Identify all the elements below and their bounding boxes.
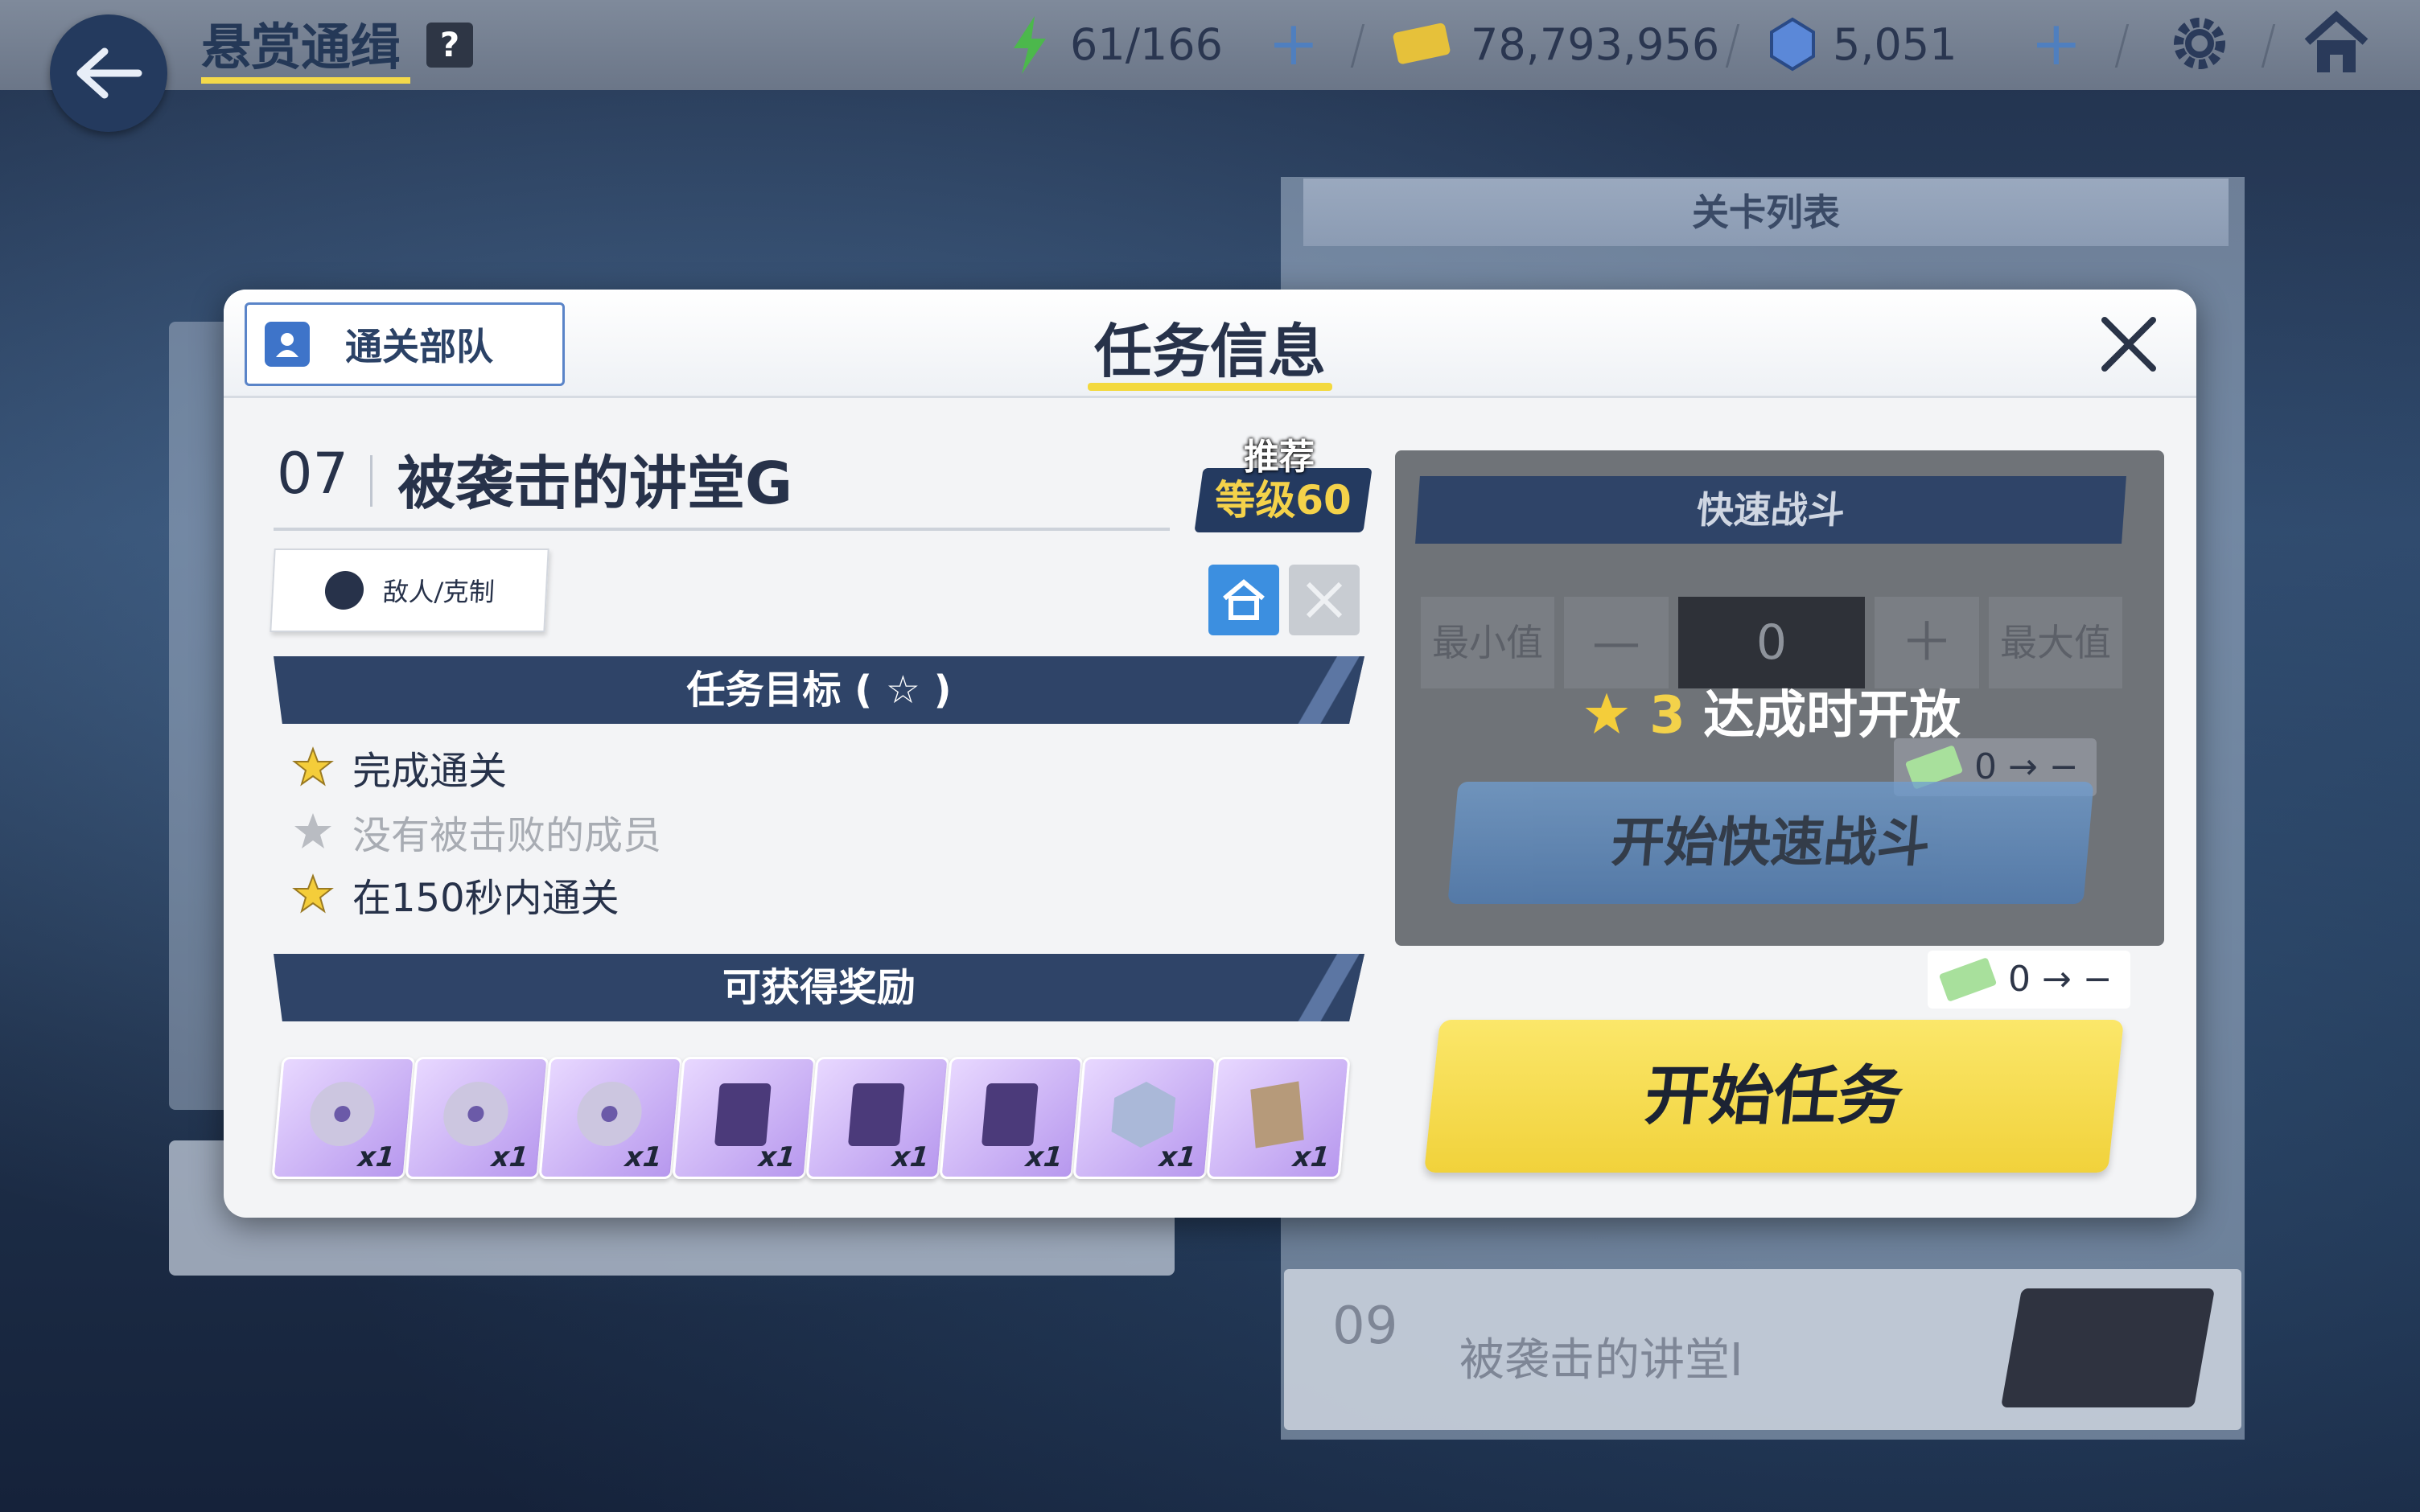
stage-list-header: 关卡列表 [1303,179,2229,246]
stage-number: 07 [277,441,349,507]
credit-icon [1393,23,1451,64]
disabled-tag-button[interactable] [1289,565,1360,635]
skull-icon [323,571,365,610]
home-tag-button[interactable] [1208,565,1279,635]
reward-item[interactable]: x1 [1206,1057,1351,1179]
close-icon[interactable] [2095,310,2163,378]
dialog-title: 任务信息 [1093,318,1326,385]
reward-qty: x1 [757,1141,797,1173]
stage-row-09-number: 09 [1332,1296,1398,1356]
dialog-title-underline [1088,383,1332,391]
help-button[interactable]: ? [426,23,473,68]
reward-item[interactable]: x1 [805,1057,950,1179]
unlock-stars: 3 [1649,686,1685,746]
reward-item[interactable]: x1 [672,1057,817,1179]
objective-item: 完成通关 [291,743,507,794]
page-title: 悬赏通缉 [201,18,401,76]
objective-text: 完成通关 [352,749,508,794]
max-button[interactable]: 最大值 [1989,597,2122,688]
objective-item: 没有被击败的成员 [291,807,661,858]
home-icon[interactable] [2303,10,2370,77]
stage-name: 被袭击的讲堂G [397,450,793,517]
reward-qty: x1 [356,1141,397,1173]
unlock-text: 达成时开放 [1703,686,1961,746]
lock-icon [2000,1288,2216,1407]
reward-item[interactable]: x1 [271,1057,416,1179]
reward-qty: x1 [1024,1141,1064,1173]
objective-text: 没有被击败的成员 [352,813,662,858]
gear-icon[interactable] [2167,11,2232,76]
start-mission-button[interactable]: 开始任务 [1424,1020,2124,1173]
star-icon [292,746,334,787]
objectives-header: 任务目标 ( ☆ ) [274,656,1364,724]
reward-qty: x1 [490,1141,530,1173]
start-quick-battle-button[interactable]: 开始快速战斗 [1447,782,2094,904]
min-button[interactable]: 最小值 [1421,597,1554,688]
enemy-info-label: 敌人/克制 [381,577,496,607]
quick-battle-title: 快速战斗 [1415,476,2126,544]
reward-qty: x1 [1291,1141,1331,1173]
ap-bolt-icon [1014,16,1046,74]
ap-value: 61/166 [1070,19,1223,70]
objective-item: 在150秒内通关 [291,870,619,921]
page-title-underline [201,77,410,84]
gems-add-button[interactable]: + [2031,11,2082,76]
objective-text: 在150秒内通关 [352,876,619,921]
reward-item[interactable]: x1 [405,1057,549,1179]
gems-value: 5,051 [1833,19,1957,70]
enemy-info-button[interactable]: 敌人/克制 [270,549,549,632]
start-cost-text: 0 → − [2008,959,2113,1000]
reward-qty: x1 [1158,1141,1198,1173]
reward-qty: x1 [891,1141,931,1173]
back-button[interactable] [50,14,167,132]
star-empty-icon [294,813,331,848]
rewards-header: 可获得奖励 [274,954,1364,1021]
reward-qty: x1 [624,1141,664,1173]
mission-info-dialog: 通关部队 任务信息 07 被袭击的讲堂G 等级60 推荐 敌人/克制 任务目标 … [224,290,2196,1218]
ap-add-button[interactable]: + [1268,11,1319,76]
reward-item[interactable]: x1 [939,1057,1084,1179]
stage-row-09-name: 被袭击的讲堂I [1459,1334,1743,1387]
reward-item[interactable]: x1 [1072,1057,1217,1179]
stage-name-underline [274,528,1170,531]
arrow-left-icon [76,47,142,99]
gem-icon [1770,17,1815,72]
quick-unlock-condition: 3 达成时开放 [1582,674,1961,748]
reward-item[interactable]: x1 [538,1057,683,1179]
x-icon [1306,581,1343,618]
start-cost-tip: 0 → − [1928,951,2130,1009]
house-icon [1223,579,1265,620]
credits-value: 78,793,956 [1471,19,1720,70]
star-icon [1585,692,1628,734]
ticket-icon [1938,957,1998,1002]
divider [370,455,372,507]
star-icon [292,873,334,914]
recommend-label: 推荐 [1244,437,1315,478]
